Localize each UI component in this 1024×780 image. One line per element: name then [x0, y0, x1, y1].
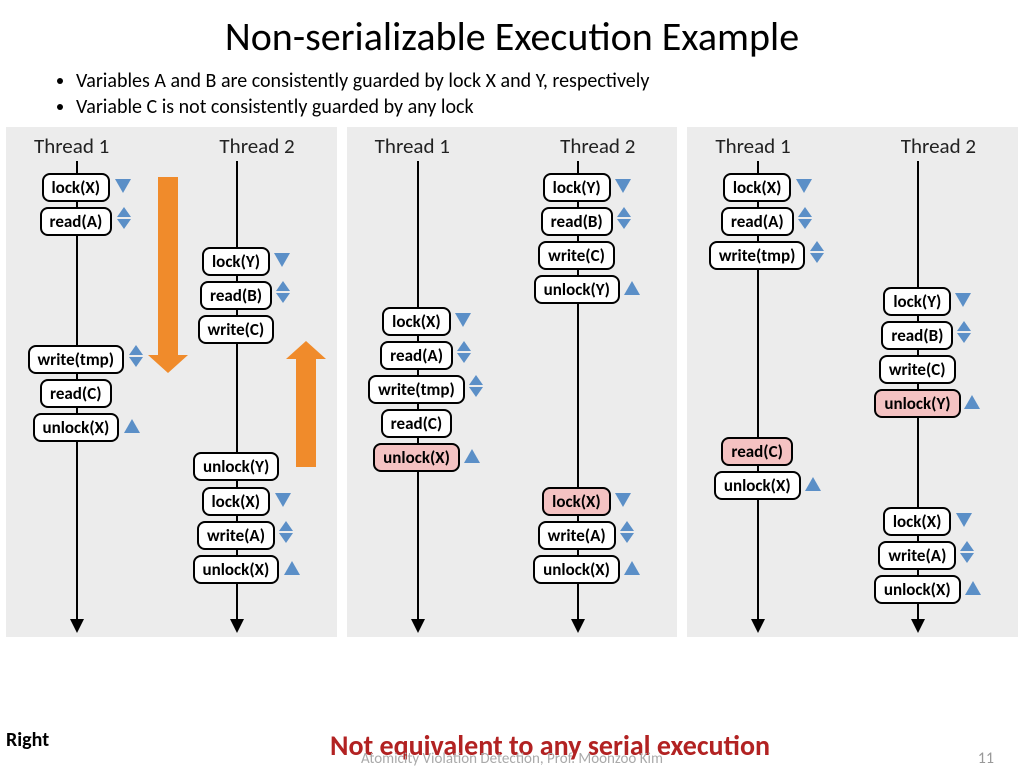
operation-box: unlock(X): [533, 555, 620, 584]
operation-box: lock(X): [542, 487, 611, 516]
mover-marker-icon: [624, 281, 638, 295]
operation-box: write(tmp): [28, 345, 125, 374]
mover-marker-icon: [455, 313, 469, 327]
commute-arrow-icon: [158, 177, 178, 357]
mover-marker-icon: [464, 449, 478, 463]
arrowhead-icon: [571, 619, 585, 633]
mover-marker-icon: [805, 477, 819, 491]
operation-box: read(C): [381, 409, 453, 438]
operation-box: read(C): [721, 437, 793, 466]
operation-box: lock(Y): [202, 247, 270, 276]
mover-marker-icon: [284, 561, 298, 575]
arrowhead-icon: [411, 619, 425, 633]
arrowhead-icon: [230, 619, 244, 633]
slide-title: Non-serializable Execution Example: [0, 12, 1024, 61]
mover-marker-icon: [796, 179, 810, 193]
mover-marker-icon: [615, 493, 629, 507]
operation-box: read(A): [721, 207, 794, 236]
page-number: 11: [978, 749, 994, 768]
mover-marker-icon: [457, 347, 471, 361]
mover-marker-icon: [810, 247, 824, 261]
operation-box: unlock(X): [33, 413, 120, 442]
arrowhead-icon: [911, 619, 925, 633]
mover-marker-icon: [615, 179, 629, 193]
mover-marker-icon: [965, 581, 979, 595]
bullet-item: Variables A and B are consistently guard…: [76, 69, 1024, 93]
operation-box: unlock(X): [874, 575, 961, 604]
mover-marker-icon: [129, 351, 143, 365]
operation-box: read(B): [881, 321, 953, 350]
thread-1-label: Thread 1: [375, 133, 450, 159]
operation-box: unlock(Y): [193, 452, 279, 481]
thread-2-label: Thread 2: [219, 133, 294, 159]
operation-box: unlock(Y): [874, 389, 960, 418]
operation-box: write(A): [878, 541, 956, 570]
mover-marker-icon: [279, 527, 293, 541]
operation-box: read(B): [541, 207, 613, 236]
mover-marker-icon: [620, 527, 634, 541]
mover-marker-icon: [798, 213, 812, 227]
operation-box: lock(X): [382, 307, 451, 336]
operation-box: lock(X): [723, 173, 792, 202]
operation-box: write(A): [538, 521, 616, 550]
execution-panel: Thread 1 Thread 2 lock(X) read(A) write(tmp)…: [347, 127, 678, 637]
thread-2-label: Thread 2: [560, 133, 635, 159]
operation-box: write(C): [198, 315, 275, 344]
mover-marker-icon: [617, 213, 631, 227]
commute-arrow-icon: [296, 357, 316, 467]
timeline: [236, 161, 238, 621]
mover-marker-icon: [469, 381, 483, 395]
mover-marker-icon: [274, 253, 288, 267]
footer-text: Atomicity Violation Detection, Prof. Moo…: [0, 750, 1024, 768]
operation-box: unlock(X): [193, 555, 280, 584]
operation-box: unlock(X): [714, 471, 801, 500]
operation-box: unlock(X): [373, 443, 460, 472]
mover-marker-icon: [955, 293, 969, 307]
arrowhead-icon: [751, 619, 765, 633]
operation-box: write(A): [197, 521, 275, 550]
mover-marker-icon: [117, 213, 131, 227]
mover-marker-icon: [624, 561, 638, 575]
operation-box: read(A): [40, 207, 113, 236]
operation-box: write(C): [538, 241, 615, 270]
execution-panel: Thread 1 Thread 2 lock(X) read(A) write(tmp)…: [687, 127, 1018, 637]
arrowhead-icon: [70, 619, 84, 633]
mover-marker-icon: [115, 179, 129, 193]
mover-marker-icon: [957, 327, 971, 341]
mover-marker-icon: [956, 513, 970, 527]
operation-box: lock(Y): [883, 287, 951, 316]
operation-box: lock(X): [202, 487, 271, 516]
thread-2-label: Thread 2: [901, 133, 976, 159]
bullet-item: Variable C is not consistently guarded b…: [76, 95, 1024, 119]
operation-box: lock(Y): [543, 173, 611, 202]
operation-box: lock(X): [883, 507, 952, 536]
operation-box: write(tmp): [709, 241, 806, 270]
mover-marker-icon: [960, 547, 974, 561]
operation-box: unlock(Y): [534, 275, 620, 304]
operation-box: read(B): [200, 281, 272, 310]
operation-box: write(C): [879, 355, 956, 384]
operation-box: write(tmp): [368, 375, 465, 404]
thread-1-label: Thread 1: [715, 133, 790, 159]
mover-marker-icon: [124, 419, 138, 433]
mover-label-right: Right: [6, 728, 49, 752]
operation-box: read(A): [380, 341, 453, 370]
panels-container: Thread 1 Thread 2 lock(X) read(A) write(tmp)…: [0, 127, 1024, 637]
mover-marker-icon: [275, 493, 289, 507]
mover-marker-icon: [276, 287, 290, 301]
operation-box: lock(X): [42, 173, 111, 202]
mover-marker-icon: [964, 395, 978, 409]
bullet-list: Variables A and B are consistently guard…: [36, 69, 1024, 119]
operation-box: read(C): [40, 379, 112, 408]
thread-1-label: Thread 1: [34, 133, 109, 159]
execution-panel: Thread 1 Thread 2 lock(X) read(A) write(tmp)…: [6, 127, 337, 637]
